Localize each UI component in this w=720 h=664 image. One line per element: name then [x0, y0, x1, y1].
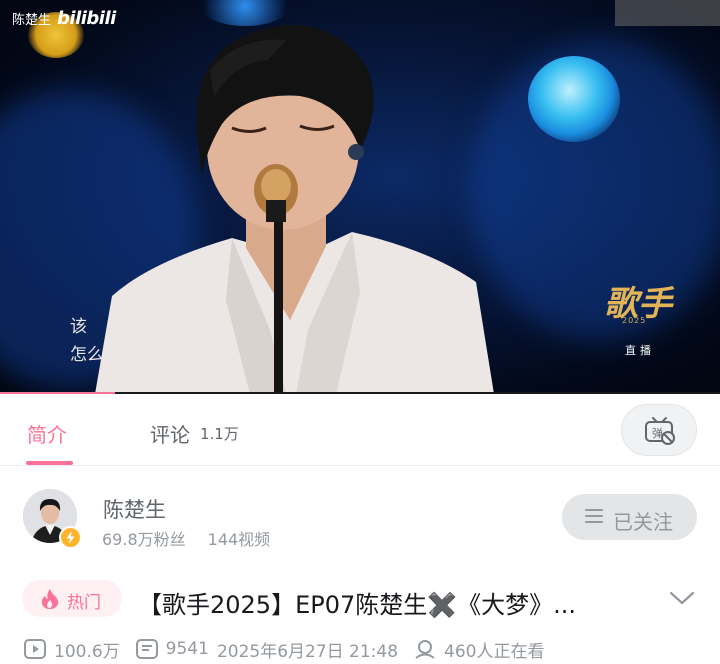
uploader-stats: 69.8万粉丝 144视频: [102, 526, 270, 550]
watermark-user: 陈楚生: [12, 13, 52, 28]
publish-datetime: 2025年6月27日 21:48: [216, 641, 399, 662]
follow-button[interactable]: 已关注: [562, 494, 697, 540]
chevron-down-icon[interactable]: [669, 590, 695, 606]
menu-icon: [585, 509, 603, 523]
hot-badge[interactable]: 热门: [22, 580, 122, 617]
watching-count: 460人正在看: [444, 641, 545, 662]
fans-count: 69.8万粉丝: [102, 530, 186, 549]
progress-bar[interactable]: [0, 392, 720, 394]
singer-illustration: [95, 25, 494, 394]
play-count-icon: [24, 639, 46, 659]
flame-icon: [41, 589, 59, 609]
viewers-icon: [415, 640, 435, 659]
active-tab-indicator: [26, 461, 73, 465]
danmaku-toggle-button[interactable]: 弹: [621, 404, 697, 456]
live-label: 直播: [625, 344, 655, 357]
video-player[interactable]: 陈楚生 bilibili 该 怎么办 歌手 2025 直播: [0, 0, 720, 394]
video-title: 【歌手2025】EP07陈楚生✖️《大梦》...: [138, 591, 577, 619]
danmaku-toggle-icon: 弹: [645, 417, 675, 445]
video-stats: 100.6万 9541 2025年6月27日 21:48 460人正在看: [24, 634, 545, 664]
tab-bar: 简介 评论 1.1万 弹: [0, 395, 720, 466]
progress-fill: [0, 392, 116, 394]
danmaku-count-icon: [135, 639, 158, 659]
show-year: 2025: [622, 316, 647, 325]
tab-comments[interactable]: 评论: [150, 419, 190, 448]
hot-label: 热门: [67, 593, 101, 613]
lyric-line: 怎么办: [70, 345, 121, 365]
video-count: 144视频: [207, 530, 271, 549]
verified-badge-icon: [59, 526, 82, 549]
bilibili-logo: bilibili: [57, 8, 116, 29]
follow-label: 已关注: [613, 510, 673, 534]
view-count: 100.6万: [54, 641, 120, 662]
lyric-line: 该: [70, 317, 87, 337]
channel-watermark: 陈楚生 bilibili: [12, 8, 116, 29]
comments-count: 1.1万: [200, 425, 239, 443]
danmaku-count: 9541: [165, 639, 209, 659]
uploader-name[interactable]: 陈楚生: [103, 494, 166, 524]
tab-intro[interactable]: 简介: [27, 419, 67, 448]
